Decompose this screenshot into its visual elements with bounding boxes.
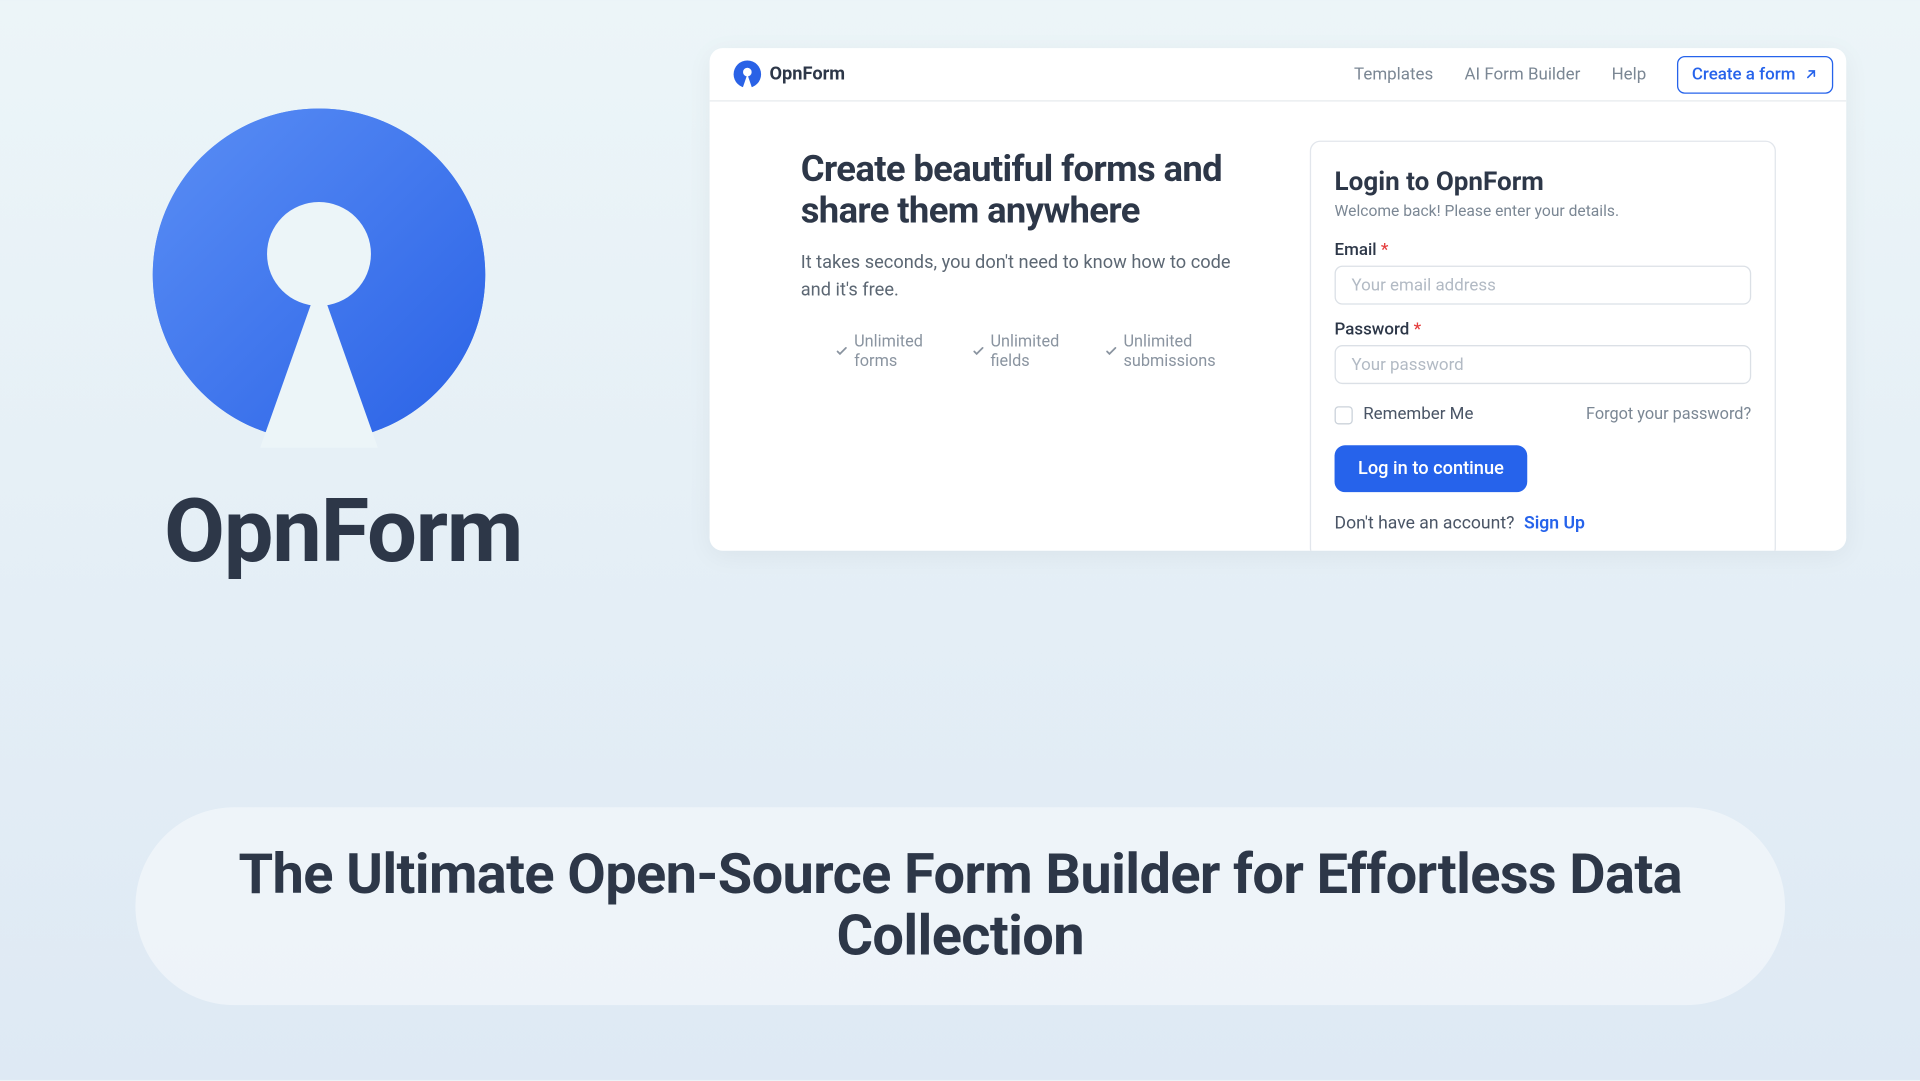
app-brand[interactable]: OpnForm: [733, 60, 845, 89]
app-nav: Templates AI Form Builder Help Create a …: [1354, 55, 1833, 93]
pitch-column: Create beautiful forms and share them an…: [801, 141, 1258, 551]
check-icon: [1104, 344, 1118, 358]
opnform-logo-icon: [146, 102, 492, 448]
feature-unlimited-forms: Unlimited forms: [835, 332, 948, 371]
app-title: OpnForm: [769, 64, 845, 85]
nav-help[interactable]: Help: [1612, 64, 1647, 84]
nav-templates[interactable]: Templates: [1354, 64, 1433, 84]
password-field-group: Password *: [1335, 320, 1752, 384]
email-field-group: Email *: [1335, 241, 1752, 305]
login-subtitle: Welcome back! Please enter your details.: [1335, 202, 1752, 220]
pitch-subtitle: It takes seconds, you don't need to know…: [801, 250, 1258, 303]
required-mark: *: [1381, 241, 1389, 261]
feature-unlimited-submissions: Unlimited submissions: [1104, 332, 1258, 371]
check-icon: [971, 344, 985, 358]
external-link-icon: [1803, 66, 1819, 82]
password-label-text: Password: [1335, 320, 1410, 340]
email-label: Email *: [1335, 241, 1752, 261]
feature-unlimited-fields: Unlimited fields: [971, 332, 1081, 371]
feature-label: Unlimited fields: [990, 332, 1080, 371]
opnform-logo-icon: [733, 60, 762, 89]
create-form-button[interactable]: Create a form: [1678, 55, 1834, 93]
brand-name: OpnForm: [164, 479, 522, 583]
pitch-title: Create beautiful forms and share them an…: [801, 148, 1258, 232]
signup-row: Don't have an account? Sign Up: [1335, 513, 1752, 534]
login-title: Login to OpnForm: [1335, 165, 1752, 196]
required-mark: *: [1414, 320, 1422, 340]
feature-label: Unlimited forms: [854, 332, 947, 371]
pitch-features: Unlimited forms Unlimited fields Unlimit…: [801, 332, 1258, 371]
email-label-text: Email: [1335, 241, 1377, 261]
email-field[interactable]: [1335, 266, 1752, 305]
remember-me-label: Remember Me: [1363, 405, 1473, 425]
tagline-bubble: The Ultimate Open-Source Form Builder fo…: [135, 807, 1785, 1005]
check-icon: [835, 344, 849, 358]
feature-label: Unlimited submissions: [1124, 332, 1258, 371]
tagline: The Ultimate Open-Source Form Builder fo…: [187, 845, 1732, 968]
nav-ai-form-builder[interactable]: AI Form Builder: [1464, 64, 1580, 84]
app-window: OpnForm Templates AI Form Builder Help C…: [710, 48, 1847, 551]
password-label: Password *: [1335, 320, 1752, 340]
signup-prompt: Don't have an account?: [1335, 513, 1515, 534]
create-form-label: Create a form: [1692, 64, 1796, 84]
forgot-password-link[interactable]: Forgot your password?: [1586, 405, 1751, 425]
remember-me[interactable]: Remember Me: [1335, 405, 1474, 425]
signup-link[interactable]: Sign Up: [1524, 513, 1585, 534]
remember-me-checkbox[interactable]: [1335, 406, 1353, 424]
brand-block: OpnForm: [146, 102, 522, 584]
login-button[interactable]: Log in to continue: [1335, 445, 1528, 492]
login-card: Login to OpnForm Welcome back! Please en…: [1310, 141, 1776, 551]
password-field[interactable]: [1335, 345, 1752, 384]
app-header: OpnForm Templates AI Form Builder Help C…: [710, 48, 1847, 101]
